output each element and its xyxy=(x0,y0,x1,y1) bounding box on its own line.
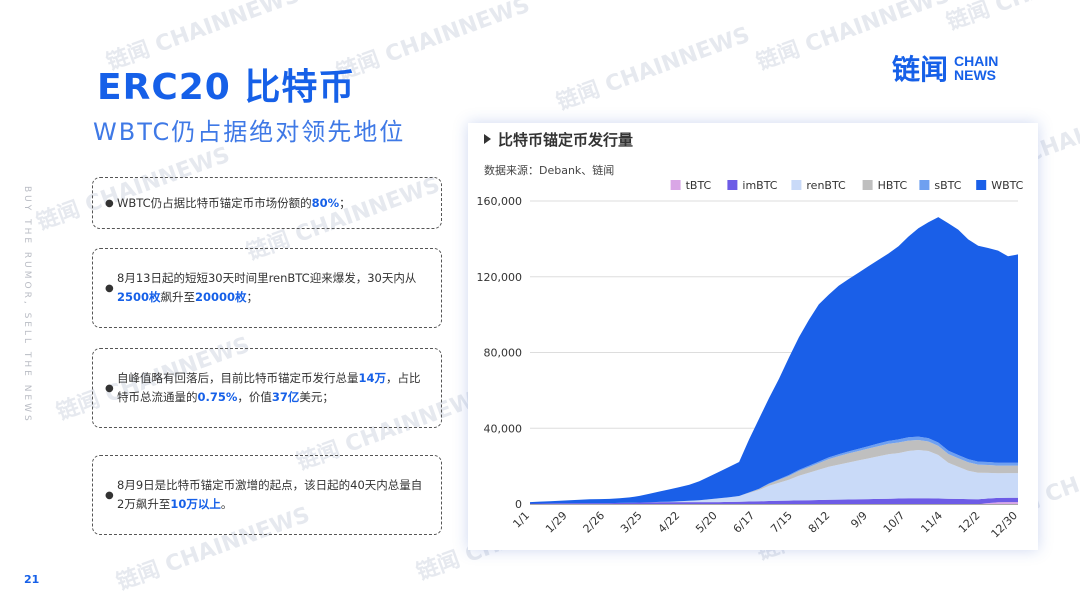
chainnews-logo: 链闻 CHAIN NEWS xyxy=(892,48,998,88)
legend-label: tBTC xyxy=(686,179,712,192)
logo-en-line2: NEWS xyxy=(954,67,997,83)
card-text-segment: 美元； xyxy=(299,390,334,404)
x-tick-label: 5/20 xyxy=(693,509,720,536)
bullet-icon: ● xyxy=(105,282,114,294)
play-triangle-icon xyxy=(484,134,491,144)
info-card-2: ● 8月13日起的短短30天时间里renBTC迎来爆发，30天内从 2500枚飙升… xyxy=(92,248,442,328)
legend-label: WBTC xyxy=(991,179,1023,192)
chart-panel: 比特币锚定币发行量 数据来源：Debank、链闻 tBTC imBTC renBTC… xyxy=(468,123,1038,550)
card-text-segment: ； xyxy=(246,290,259,304)
x-tick-label: 1/1 xyxy=(510,509,532,531)
x-tick-label: 4/22 xyxy=(656,509,683,536)
x-tick-label: 10/7 xyxy=(881,509,908,536)
card-text: 8月9日是比特币锚定币激增的起点，该日起的40天内总量自2万飙升至10万以上。 xyxy=(117,476,429,514)
card-text: 自峰值略有回落后，目前比特币锚定币发行总量14万，占比特币总流通量的0.75%，… xyxy=(117,369,429,407)
highlight-text: 14万 xyxy=(358,371,387,385)
watermark-text: 链闻 CHAINNEWS xyxy=(333,0,533,86)
card-text-segment: ； xyxy=(339,195,351,210)
watermark-text: 链闻 CHAINNEWS xyxy=(943,0,1080,36)
y-tick-label: 80,000 xyxy=(484,347,523,360)
x-tick-label: 6/17 xyxy=(731,509,758,536)
bullet-icon: ● xyxy=(105,489,114,501)
legend-swatch xyxy=(862,180,873,190)
x-tick-label: 3/25 xyxy=(618,509,645,536)
card-text-segment: 8月9日是比特币锚定币激增的起点，该日起的40天内总量自2万飙升至 xyxy=(117,478,423,511)
card-text-segment: ，价值 xyxy=(237,390,272,404)
card-text-segment: 飙升至 xyxy=(160,290,196,304)
x-axis: 1/1 1/29 2/26 3/25 4/22 5/20 6/17 7/15 8/12 9/9 10… xyxy=(510,509,1020,541)
legend-swatch xyxy=(727,180,738,190)
logo-en-text: CHAIN NEWS xyxy=(954,54,998,82)
y-tick-label: 160,000 xyxy=(477,195,523,208)
legend-label: HBTC xyxy=(878,179,908,192)
x-tick-label: 7/15 xyxy=(768,509,795,536)
highlight-text: 80% xyxy=(311,195,340,210)
chart-source: 数据来源：Debank、链闻 xyxy=(484,163,614,177)
card-text: WBTC仍占据比特币锚定币市场份额的80%； xyxy=(117,194,351,213)
bullet-icon: ● xyxy=(105,382,114,394)
y-tick-label: 120,000 xyxy=(477,271,523,284)
legend-swatch xyxy=(976,180,987,190)
highlight-text: 37亿 xyxy=(271,390,300,404)
y-tick-label: 40,000 xyxy=(484,422,523,435)
card-text-segment: WBTC仍占据比特币锚定币市场份额的 xyxy=(117,195,312,210)
chart-areas xyxy=(530,217,1018,504)
highlight-text: 0.75% xyxy=(197,390,238,404)
card-text: 8月13日起的短短30天时间里renBTC迎来爆发，30天内从 2500枚飙升至2… xyxy=(117,269,429,307)
legend-label: sBTC xyxy=(934,179,961,192)
x-tick-label: 11/4 xyxy=(918,509,945,536)
legend-swatch xyxy=(919,180,930,190)
chart-title: 比特币锚定币发行量 xyxy=(498,131,633,149)
x-tick-label: 12/2 xyxy=(956,509,983,536)
x-tick-label: 12/30 xyxy=(989,509,1021,541)
highlight-text: 20000枚 xyxy=(195,290,247,304)
chart-legend: tBTC imBTC renBTC HBTC sBTC WBTC xyxy=(670,179,1024,192)
watermark-text: 链闻 CHAINNEWS xyxy=(553,22,753,116)
x-tick-label: 9/9 xyxy=(848,509,870,531)
page-number: 21 xyxy=(24,573,40,586)
card-text-segment: 。 xyxy=(220,497,233,511)
legend-label: renBTC xyxy=(806,179,846,192)
logo-cn-text: 链闻 xyxy=(892,53,949,86)
info-card-4: ● 8月9日是比特币锚定币激增的起点，该日起的40天内总量自2万飙升至10万以上… xyxy=(92,455,442,535)
x-tick-label: 2/26 xyxy=(581,509,608,536)
y-axis: 0 40,000 80,000 120,000 160,000 xyxy=(477,195,523,511)
x-tick-label: 1/29 xyxy=(543,509,570,536)
card-text-segment: 8月13日起的短短30天时间里renBTC迎来爆发，30天内从 xyxy=(117,271,417,285)
bullet-icon: ● xyxy=(105,197,114,209)
legend-swatch xyxy=(670,180,681,190)
info-card-1: ● WBTC仍占据比特币锚定币市场份额的80%； xyxy=(92,177,442,229)
legend-label: imBTC xyxy=(742,179,777,192)
highlight-text: 10万以上 xyxy=(170,497,221,511)
info-card-3: ● 自峰值略有回落后，目前比特币锚定币发行总量14万，占比特币总流通量的0.75… xyxy=(92,348,442,428)
x-tick-label: 8/12 xyxy=(806,509,833,536)
side-slogan: BUY THE RUMOR, SELL THE NEWS xyxy=(22,186,32,424)
card-text-segment: 自峰值略有回落后，目前比特币锚定币发行总量 xyxy=(117,371,359,385)
highlight-text: 2500枚 xyxy=(117,290,161,304)
page-title: ERC20 比特币 xyxy=(97,67,356,108)
legend-swatch xyxy=(791,180,802,190)
page-subtitle: WBTC仍占据绝对领先地位 xyxy=(93,118,406,146)
issuance-area-chart: 比特币锚定币发行量 数据来源：Debank、链闻 tBTC imBTC renBTC… xyxy=(477,131,1024,541)
y-tick-label: 0 xyxy=(515,498,522,511)
